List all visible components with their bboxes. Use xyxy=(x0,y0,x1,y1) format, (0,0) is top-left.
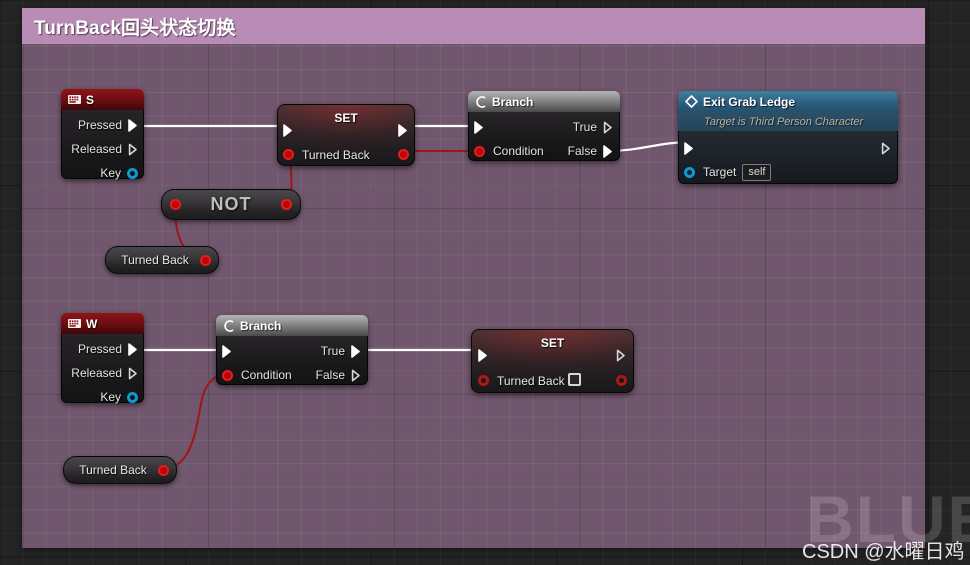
pin-label-true: True xyxy=(320,344,345,358)
node-input-event-w[interactable]: W Pressed Released Key xyxy=(61,313,144,404)
pin-row-key[interactable]: Key xyxy=(62,161,143,185)
bool-out-pin[interactable] xyxy=(616,375,627,386)
pin-row-exec-true[interactable]: True xyxy=(469,115,619,139)
pin-row-condition-false[interactable]: Condition False xyxy=(217,363,367,387)
node-getter-turned-back-top[interactable]: Turned Back xyxy=(105,246,219,274)
pin-row-released[interactable]: Released xyxy=(62,361,143,385)
node-body: True Condition False xyxy=(216,336,368,385)
bool-in-pin[interactable] xyxy=(478,375,489,386)
exec-out-pin-true[interactable] xyxy=(351,344,362,358)
node-title: SET xyxy=(334,111,358,125)
node-header: Exit Grab Ledge xyxy=(678,91,898,112)
pin-row-pressed[interactable]: Pressed xyxy=(62,113,143,137)
pin-label: Pressed xyxy=(77,342,122,356)
pin-row-exec[interactable] xyxy=(679,136,897,160)
keyboard-icon xyxy=(68,318,81,329)
exec-out-pin-false[interactable] xyxy=(351,369,362,382)
bool-out-pin[interactable] xyxy=(281,199,292,210)
exec-in-pin[interactable] xyxy=(478,349,489,367)
node-title: Exit Grab Ledge xyxy=(703,94,796,109)
node-header: W xyxy=(61,313,144,334)
object-pin-icon[interactable] xyxy=(684,166,695,178)
pin-label: Released xyxy=(71,366,122,380)
node-branch-bottom[interactable]: Branch True Condition False xyxy=(216,315,368,385)
exec-pin-icon[interactable] xyxy=(128,367,139,380)
object-pin-icon[interactable] xyxy=(127,391,138,403)
pin-row-key[interactable]: Key xyxy=(62,385,143,409)
exec-pin-icon[interactable] xyxy=(128,143,139,156)
bool-in-pin-condition[interactable] xyxy=(474,145,485,157)
node-header: Branch xyxy=(468,91,620,112)
exec-out-pin[interactable] xyxy=(398,124,409,142)
comment-title-bar[interactable]: TurnBack回头状态切换 xyxy=(22,8,925,44)
variable-label: Turned Back xyxy=(302,148,370,162)
pin-row-exec-true[interactable]: True xyxy=(217,339,367,363)
variable-label: Turned Back xyxy=(497,374,565,388)
exec-out-pin-false[interactable] xyxy=(603,144,614,158)
turned-back-checkbox[interactable] xyxy=(568,373,581,386)
node-title: NOT xyxy=(210,194,252,214)
bool-out-pin[interactable] xyxy=(158,465,169,476)
node-subtitle: Target is Third Person Character xyxy=(678,112,898,131)
node-title: Branch xyxy=(240,318,282,333)
object-pin-icon[interactable] xyxy=(127,167,138,179)
pin-row-released[interactable]: Released xyxy=(62,137,143,161)
pin-row-target[interactable]: Target self xyxy=(679,160,897,184)
pin-label: Pressed xyxy=(77,118,122,132)
variable-label: Turned Back xyxy=(79,463,147,477)
comment-title-text: TurnBack回头状态切换 xyxy=(34,17,236,39)
node-not[interactable]: NOT xyxy=(161,189,301,220)
branch-icon xyxy=(475,95,487,108)
blueprint-graph-canvas[interactable]: TurnBack回头状态切换 BLUEP CSDN @水曜日鸡 xyxy=(0,0,970,565)
pin-label-true: True xyxy=(572,120,597,134)
pin-row-pressed[interactable]: Pressed xyxy=(62,337,143,361)
exec-in-pin[interactable] xyxy=(222,344,233,358)
variable-label: Turned Back xyxy=(121,253,189,267)
function-diamond-icon xyxy=(685,95,698,108)
node-body: Pressed Released Key xyxy=(61,110,144,180)
node-header: Branch xyxy=(216,315,368,336)
node-input-event-s[interactable]: S Pressed Released Key xyxy=(61,89,144,180)
bool-in-pin[interactable] xyxy=(170,199,181,210)
bool-in-pin-condition[interactable] xyxy=(222,369,233,381)
pin-label: Released xyxy=(71,142,122,156)
bool-out-pin[interactable] xyxy=(398,149,409,160)
exec-in-pin[interactable] xyxy=(474,120,485,134)
keyboard-icon xyxy=(68,94,81,105)
node-branch-top[interactable]: Branch True Condition False xyxy=(468,91,620,161)
node-title: W xyxy=(86,316,98,331)
exec-out-pin[interactable] xyxy=(616,349,627,367)
node-body: Pressed Released Key xyxy=(61,334,144,404)
pin-label: Key xyxy=(100,166,121,180)
node-header: S xyxy=(61,89,144,110)
exec-pin-icon[interactable] xyxy=(128,342,139,356)
pin-label-false: False xyxy=(567,144,597,158)
pin-label: Key xyxy=(100,390,121,404)
exec-in-pin[interactable] xyxy=(684,141,695,155)
pin-label-false: False xyxy=(315,368,345,382)
pin-row-condition-false[interactable]: Condition False xyxy=(469,139,619,163)
pin-label-condition: Condition xyxy=(493,144,544,158)
node-set-turned-back-top[interactable]: SET Turned Back xyxy=(277,104,415,166)
branch-icon xyxy=(223,319,235,332)
node-title: S xyxy=(86,92,95,107)
node-title: Branch xyxy=(492,94,534,109)
bool-out-pin[interactable] xyxy=(200,255,211,266)
pin-label-target: Target xyxy=(703,165,737,179)
node-exit-grab-ledge[interactable]: Exit Grab Ledge Target is Third Person C… xyxy=(678,91,898,184)
exec-out-pin[interactable] xyxy=(881,142,892,155)
node-set-turned-back-bottom[interactable]: SET Turned Back xyxy=(471,329,634,393)
pin-label-condition: Condition xyxy=(241,368,292,382)
bool-in-pin[interactable] xyxy=(283,149,294,160)
node-body: True Condition False xyxy=(468,112,620,161)
exec-in-pin[interactable] xyxy=(283,124,294,142)
exec-pin-icon[interactable] xyxy=(128,118,139,132)
exec-out-pin-true[interactable] xyxy=(603,121,614,134)
target-value-field[interactable]: self xyxy=(742,163,772,181)
node-title: SET xyxy=(540,336,565,350)
node-getter-turned-back-bottom[interactable]: Turned Back xyxy=(63,456,177,484)
node-body: Target self xyxy=(678,131,898,184)
